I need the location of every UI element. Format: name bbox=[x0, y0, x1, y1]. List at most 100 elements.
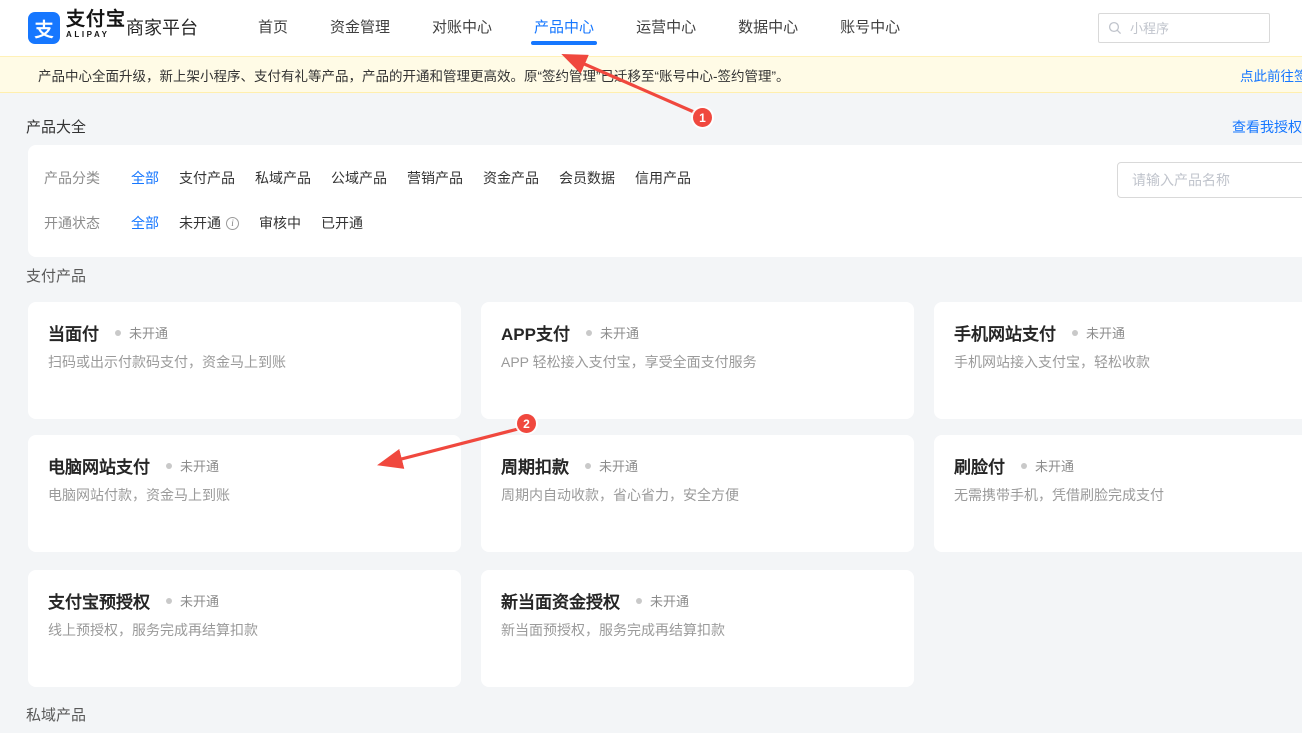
status-dot-icon bbox=[585, 463, 591, 469]
status-label: 未开通 bbox=[129, 323, 168, 342]
product-description: 手机网站接入支付宝，轻松收款 bbox=[954, 352, 1150, 372]
alipay-logo-icon[interactable]: 支 bbox=[28, 12, 60, 44]
card-header: APP支付 未开通 bbox=[501, 320, 639, 345]
product-name: 支付宝预授权 bbox=[48, 588, 150, 613]
notice-banner-text: 产品中心全面升级，新上架小程序、支付有礼等产品，产品的开通和管理更高效。原“签约… bbox=[38, 65, 789, 85]
product-name: 刷脸付 bbox=[954, 453, 1005, 478]
product-name: 周期扣款 bbox=[501, 453, 569, 478]
status-option-under-review[interactable]: 审核中 bbox=[259, 213, 301, 233]
product-description: 新当面预授权，服务完成再结算扣款 bbox=[501, 620, 725, 640]
category-option-funds[interactable]: 资金产品 bbox=[483, 168, 539, 188]
page: 支 支付宝 ALIPAY 商家平台 首页 资金管理 对账中心 产品中心 运营中心… bbox=[0, 0, 1302, 733]
product-card-alipay-preauth[interactable]: 支付宝预授权 未开通 线上预授权，服务完成再结算扣款 bbox=[28, 570, 461, 687]
status-label: 未开通 bbox=[650, 591, 689, 610]
active-tab-indicator bbox=[531, 41, 597, 45]
view-authorized-products-link[interactable]: 查看我授权的产品 bbox=[1232, 117, 1302, 137]
category-filter-label: 产品分类 bbox=[44, 168, 100, 188]
card-header: 电脑网站支付 未开通 bbox=[48, 453, 219, 478]
product-status: 未开通 bbox=[585, 456, 638, 475]
status-label: 未开通 bbox=[1086, 323, 1125, 342]
product-name: 当面付 bbox=[48, 320, 99, 345]
nav-item-home[interactable]: 首页 bbox=[258, 0, 288, 56]
category-option-marketing[interactable]: 营销产品 bbox=[407, 168, 463, 188]
nav-item-product-center[interactable]: 产品中心 bbox=[534, 0, 594, 56]
status-dot-icon bbox=[115, 330, 121, 336]
nav-item-operation[interactable]: 运营中心 bbox=[636, 0, 696, 56]
status-dot-icon bbox=[586, 330, 592, 336]
status-option-all[interactable]: 全部 bbox=[131, 213, 159, 233]
product-card-mobile-web-pay[interactable]: 手机网站支付 未开通 手机网站接入支付宝，轻松收款 bbox=[934, 302, 1302, 419]
info-icon[interactable]: i bbox=[226, 217, 239, 230]
status-dot-icon bbox=[1072, 330, 1078, 336]
card-header: 手机网站支付 未开通 bbox=[954, 320, 1125, 345]
category-option-credit[interactable]: 信用产品 bbox=[635, 168, 691, 188]
page-title: 产品大全 bbox=[26, 116, 86, 137]
product-name: APP支付 bbox=[501, 320, 570, 345]
section-title-payment-products: 支付产品 bbox=[26, 265, 86, 286]
status-label: 未开通 bbox=[180, 456, 219, 475]
annotation-badge-1: 1 bbox=[693, 108, 712, 127]
nav-item-funds[interactable]: 资金管理 bbox=[330, 0, 390, 56]
card-header: 新当面资金授权 未开通 bbox=[501, 588, 689, 613]
category-option-public-domain[interactable]: 公域产品 bbox=[331, 168, 387, 188]
category-option-private-domain[interactable]: 私域产品 bbox=[255, 168, 311, 188]
nav-item-data[interactable]: 数据中心 bbox=[738, 0, 798, 56]
card-header: 周期扣款 未开通 bbox=[501, 453, 638, 478]
main-nav: 首页 资金管理 对账中心 产品中心 运营中心 数据中心 账号中心 bbox=[258, 0, 900, 56]
go-to-signing-link[interactable]: 点此前往签约管理 bbox=[1240, 65, 1302, 85]
product-description: 周期内自动收款，省心省力，安全方便 bbox=[501, 485, 739, 505]
nav-item-account[interactable]: 账号中心 bbox=[840, 0, 900, 56]
product-card-pc-web-pay[interactable]: 电脑网站支付 未开通 电脑网站付款，资金马上到账 bbox=[28, 435, 461, 552]
section-title-private-domain-products: 私域产品 bbox=[26, 704, 86, 725]
product-card-app-pay[interactable]: APP支付 未开通 APP 轻松接入支付宝，享受全面支付服务 bbox=[481, 302, 914, 419]
status-label: 未开通 bbox=[599, 456, 638, 475]
product-description: APP 轻松接入支付宝，享受全面支付服务 bbox=[501, 352, 757, 372]
category-option-all[interactable]: 全部 bbox=[131, 168, 159, 188]
product-status: 未开通 bbox=[636, 591, 689, 610]
product-status: 未开通 bbox=[586, 323, 639, 342]
product-status: 未开通 bbox=[1021, 456, 1074, 475]
filter-panel: 产品分类 全部 支付产品 私域产品 公域产品 营销产品 资金产品 会员数据 信用… bbox=[28, 145, 1302, 257]
status-label: 未开通 bbox=[1035, 456, 1074, 475]
product-card-face-scan-pay[interactable]: 刷脸付 未开通 无需携带手机，凭借刷脸完成支付 bbox=[934, 435, 1302, 552]
search-icon bbox=[1108, 21, 1122, 35]
annotation-badge-2: 2 bbox=[517, 414, 536, 433]
product-description: 扫码或出示付款码支付，资金马上到账 bbox=[48, 352, 286, 372]
nav-item-reconciliation[interactable]: 对账中心 bbox=[432, 0, 492, 56]
top-nav: 支 支付宝 ALIPAY 商家平台 首页 资金管理 对账中心 产品中心 运营中心… bbox=[0, 0, 1302, 56]
nav-search-box[interactable] bbox=[1098, 13, 1270, 43]
nav-search-input[interactable] bbox=[1128, 20, 1260, 37]
nav-item-label: 产品中心 bbox=[534, 19, 594, 36]
status-label: 未开通 bbox=[600, 323, 639, 342]
category-filter-row: 产品分类 全部 支付产品 私域产品 公域产品 营销产品 资金产品 会员数据 信用… bbox=[44, 168, 711, 188]
card-header: 支付宝预授权 未开通 bbox=[48, 588, 219, 613]
status-dot-icon bbox=[166, 598, 172, 604]
product-search-box[interactable] bbox=[1117, 162, 1302, 198]
product-description: 无需携带手机，凭借刷脸完成支付 bbox=[954, 485, 1164, 505]
category-option-payment[interactable]: 支付产品 bbox=[179, 168, 235, 188]
product-status: 未开通 bbox=[1072, 323, 1125, 342]
product-status: 未开通 bbox=[166, 591, 219, 610]
product-search-input[interactable] bbox=[1130, 171, 1302, 189]
product-status: 未开通 bbox=[166, 456, 219, 475]
platform-title: 商家平台 bbox=[126, 14, 198, 40]
status-option-label: 未开通 bbox=[179, 213, 221, 233]
category-option-member-data[interactable]: 会员数据 bbox=[559, 168, 615, 188]
product-description: 线上预授权，服务完成再结算扣款 bbox=[48, 620, 258, 640]
product-name: 新当面资金授权 bbox=[501, 588, 620, 613]
status-option-activated[interactable]: 已开通 bbox=[321, 213, 363, 233]
status-dot-icon bbox=[166, 463, 172, 469]
product-card-face-to-face-pay[interactable]: 当面付 未开通 扫码或出示付款码支付，资金马上到账 bbox=[28, 302, 461, 419]
status-dot-icon bbox=[636, 598, 642, 604]
product-name: 电脑网站支付 bbox=[48, 453, 150, 478]
product-card-periodic-deduction[interactable]: 周期扣款 未开通 周期内自动收款，省心省力，安全方便 bbox=[481, 435, 914, 552]
card-header: 刷脸付 未开通 bbox=[954, 453, 1074, 478]
status-option-not-activated[interactable]: 未开通 i bbox=[179, 213, 239, 233]
product-card-new-f2f-fund-auth[interactable]: 新当面资金授权 未开通 新当面预授权，服务完成再结算扣款 bbox=[481, 570, 914, 687]
brand-block[interactable]: 支付宝 ALIPAY bbox=[66, 9, 126, 40]
product-name: 手机网站支付 bbox=[954, 320, 1056, 345]
brand-name-cn: 支付宝 bbox=[66, 9, 126, 30]
status-dot-icon bbox=[1021, 463, 1027, 469]
brand-name-en: ALIPAY bbox=[66, 30, 126, 40]
status-filter-label: 开通状态 bbox=[44, 213, 100, 233]
